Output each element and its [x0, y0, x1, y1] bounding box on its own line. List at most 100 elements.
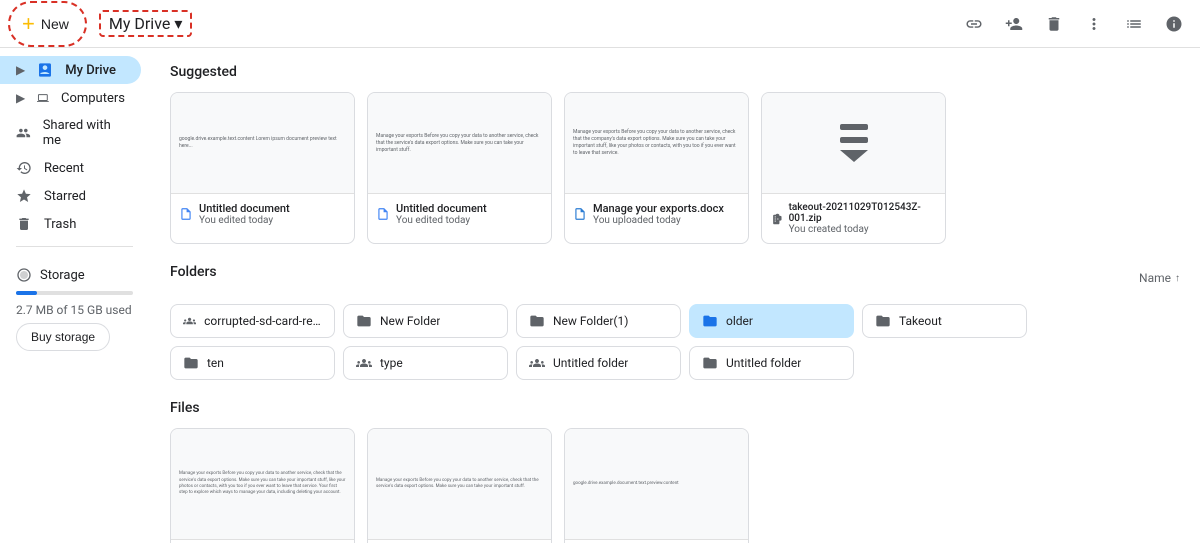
sidebar-expand-icon: ▶ [16, 63, 25, 77]
card-preview-1: Manage your exports Before you copy your… [368, 93, 551, 193]
folder-name-4: Takeout [899, 314, 942, 328]
share-button[interactable] [996, 6, 1032, 42]
folder-item-5[interactable]: ten [170, 346, 335, 380]
sidebar-computers-label: Computers [61, 91, 125, 106]
folder-item-2[interactable]: New Folder(1) [516, 304, 681, 338]
computers-icon [37, 90, 49, 106]
suggested-grid: google.drive.example.text.content Lorem … [170, 92, 1180, 244]
folder-icon-5 [183, 355, 199, 371]
sidebar-shared-label: Shared with me [43, 118, 125, 148]
folder-item-7[interactable]: Untitled folder [516, 346, 681, 380]
folder-item-0[interactable]: corrupted-sd-card-recovery [170, 304, 335, 338]
folders-title: Folders [170, 264, 217, 280]
folder-item-4[interactable]: Takeout [862, 304, 1027, 338]
folder-name-2: New Folder(1) [553, 314, 628, 328]
mydrive-icon [37, 62, 53, 78]
plus-icon: + [22, 11, 35, 37]
card-name-0: Untitled document [199, 202, 290, 215]
folder-item-1[interactable]: New Folder [343, 304, 508, 338]
folder-name-6: type [380, 356, 403, 370]
file-card-0[interactable]: Manage your exports Before you copy your… [170, 428, 355, 543]
card-date-1: You edited today [396, 215, 487, 226]
card-date-3: You created today [789, 224, 937, 235]
file-info-0: Manage your exports.docx [171, 539, 354, 543]
new-label: New [41, 16, 69, 32]
card-preview-3 [762, 93, 945, 193]
sidebar-item-shared[interactable]: Shared with me [0, 112, 141, 154]
folder-icon-1 [356, 313, 372, 329]
new-button[interactable]: + New [8, 1, 87, 47]
file-card-2[interactable]: google.drive.example.document.text.previ… [564, 428, 749, 543]
breadcrumb-chevron-icon: ▾ [174, 14, 182, 33]
sidebar-trash-label: Trash [44, 217, 76, 232]
trash-icon [16, 216, 32, 232]
folder-item-3[interactable]: older [689, 304, 854, 338]
main-layout: ▶ My Drive ▶ Computers Shared with me Re… [0, 48, 1200, 543]
sidebar-divider [16, 246, 133, 247]
folder-person-icon-0 [183, 313, 196, 329]
storage-bar [16, 291, 133, 295]
shared-icon [16, 125, 31, 141]
suggested-card-0[interactable]: google.drive.example.text.content Lorem … [170, 92, 355, 244]
files-grid: Manage your exports Before you copy your… [170, 428, 1180, 543]
sidebar-recent-label: Recent [44, 161, 84, 176]
card-name-3: takeout-20211029T012543Z-001.zip [789, 202, 937, 224]
folder-name-7: Untitled folder [553, 356, 628, 370]
storage-icon [16, 267, 32, 283]
sidebar-storage: Storage 2.7 MB of 15 GB used Buy storage [0, 255, 149, 363]
card-info-1: Untitled document You edited today [368, 193, 551, 234]
folder-item-8[interactable]: Untitled folder [689, 346, 854, 380]
card-info-2: Manage your exports.docx You uploaded to… [565, 193, 748, 234]
file-card-1[interactable]: Manage your exports Before you copy your… [367, 428, 552, 543]
doc-icon-0 [179, 207, 193, 221]
list-view-button[interactable] [1116, 6, 1152, 42]
breadcrumb[interactable]: My Drive ▾ [99, 10, 192, 37]
sort-arrow-icon: ↑ [1175, 273, 1180, 284]
delete-button[interactable] [1036, 6, 1072, 42]
file-info-2: Untitled document [565, 539, 748, 543]
suggested-card-2[interactable]: Manage your exports Before you copy your… [564, 92, 749, 244]
sort-label: Name [1139, 271, 1171, 285]
folder-person-icon-6 [356, 355, 372, 371]
folder-name-0: corrupted-sd-card-recovery [204, 314, 322, 328]
suggested-card-1[interactable]: Manage your exports Before you copy your… [367, 92, 552, 244]
suggested-title: Suggested [170, 64, 1180, 80]
suggested-card-3[interactable]: takeout-20211029T012543Z-001.zip You cre… [761, 92, 946, 244]
card-preview-2: Manage your exports Before you copy your… [565, 93, 748, 193]
card-date-2: You uploaded today [593, 215, 724, 226]
doc-icon-1 [376, 207, 390, 221]
sidebar: ▶ My Drive ▶ Computers Shared with me Re… [0, 48, 150, 543]
folders-section: Folders Name ↑ corrupted-sd-card-recover… [170, 264, 1180, 380]
file-preview-2: google.drive.example.document.text.previ… [565, 429, 748, 539]
content-area: Suggested google.drive.example.text.cont… [150, 48, 1200, 543]
link-button[interactable] [956, 6, 992, 42]
breadcrumb-label: My Drive [109, 14, 170, 33]
storage-bar-fill [16, 291, 37, 295]
zip-icon-3 [770, 212, 783, 226]
sidebar-expand-icon: ▶ [16, 91, 25, 105]
card-info-3: takeout-20211029T012543Z-001.zip You cre… [762, 193, 945, 243]
sidebar-item-recent[interactable]: Recent [0, 154, 141, 182]
files-section: Files Manage your exports Before you cop… [170, 400, 1180, 543]
files-title: Files [170, 400, 1180, 416]
info-button[interactable] [1156, 6, 1192, 42]
folder-name-5: ten [207, 356, 224, 370]
sidebar-mydrive-label: My Drive [65, 63, 116, 78]
card-date-0: You edited today [199, 215, 290, 226]
topbar: + New My Drive ▾ [0, 0, 1200, 48]
more-options-button[interactable] [1076, 6, 1112, 42]
sidebar-item-mydrive[interactable]: ▶ My Drive [0, 56, 141, 84]
sidebar-item-trash[interactable]: Trash [0, 210, 141, 238]
folder-name-1: New Folder [380, 314, 440, 328]
folder-name-3: older [726, 314, 753, 328]
storage-section-label: Storage [40, 268, 85, 283]
folder-item-6[interactable]: type [343, 346, 508, 380]
folder-icon-8 [702, 355, 718, 371]
sidebar-item-starred[interactable]: Starred [0, 182, 141, 210]
folder-icon-3 [702, 313, 718, 329]
buy-storage-button[interactable]: Buy storage [16, 323, 110, 351]
sidebar-item-computers[interactable]: ▶ Computers [0, 84, 141, 112]
file-preview-1: Manage your exports Before you copy your… [368, 429, 551, 539]
sort-button[interactable]: Name ↑ [1139, 271, 1180, 285]
folder-icon-4 [875, 313, 891, 329]
